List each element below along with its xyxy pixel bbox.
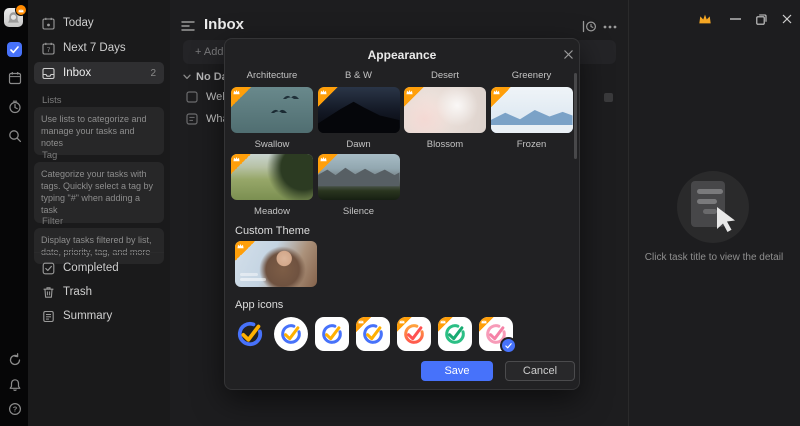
theme-label[interactable]: Silence (318, 206, 400, 217)
sidebar-item-label: Next 7 Days (63, 42, 126, 54)
selected-check-badge (500, 337, 517, 354)
sidebar-item-label: Inbox (63, 67, 91, 79)
pro-crown-badge (479, 317, 494, 332)
section-label-lists[interactable]: Lists (42, 95, 62, 106)
app-icon-classic-square[interactable] (315, 317, 349, 351)
pro-crown-badge (231, 87, 251, 107)
cancel-button[interactable]: Cancel (505, 361, 575, 381)
section-label-filter[interactable]: Filter (42, 216, 63, 227)
inbox-icon (42, 67, 55, 80)
titlebar-premium-crown-icon[interactable] (698, 12, 712, 26)
task-checkbox[interactable] (186, 91, 198, 103)
search-icon[interactable] (7, 128, 22, 143)
left-rail: ? (0, 0, 28, 426)
next7days-icon: 7 (42, 42, 55, 55)
more-options-icon[interactable] (603, 25, 617, 29)
nav-calendar-icon[interactable] (7, 70, 22, 85)
sidebar-item-summary[interactable]: Summary (34, 305, 164, 327)
sidebar-item-label: Trash (63, 286, 92, 298)
page-title: Inbox (204, 16, 244, 33)
sidebar-item-label: Today (63, 17, 94, 29)
premium-badge-icon (15, 4, 27, 16)
minimize-button[interactable] (728, 12, 742, 26)
sidebar-toggle-icon[interactable] (181, 20, 195, 32)
group-chevron-icon[interactable] (183, 74, 191, 80)
theme-thumbnail-meadow[interactable] (231, 154, 313, 200)
empty-state-illustration (677, 171, 749, 243)
sidebar-item-today[interactable]: Today (34, 12, 164, 34)
summary-icon (42, 310, 55, 323)
theme-thumbnail-custom[interactable] (235, 241, 317, 287)
app-icon-classic-circle[interactable] (274, 317, 308, 351)
theme-label[interactable]: Blossom (404, 139, 486, 150)
pro-crown-badge (318, 154, 338, 174)
pro-crown-badge (318, 87, 338, 107)
theme-label[interactable]: Desert (404, 70, 486, 81)
app-icon-sakura-pro-selected[interactable] (479, 317, 513, 351)
dialog-scrollbar[interactable] (574, 73, 577, 159)
app-icon-forest-pro[interactable] (438, 317, 472, 351)
sync-icon[interactable] (7, 352, 22, 367)
theme-thumbnail-silence[interactable] (318, 154, 400, 200)
inbox-count-badge: 2 (150, 68, 156, 79)
cursor-arrow-icon (717, 207, 735, 232)
section-label-tag[interactable]: Tag (42, 150, 57, 161)
theme-thumbnail-swallow[interactable] (231, 87, 313, 133)
maximize-button[interactable] (754, 12, 768, 26)
theme-label[interactable]: B & W (318, 70, 400, 81)
app-icons-heading: App icons (235, 299, 283, 311)
pro-crown-badge (438, 317, 453, 332)
pro-crown-badge (491, 87, 511, 107)
app-icon-classic-flat[interactable] (233, 317, 267, 351)
help-icon[interactable]: ? (7, 401, 22, 416)
sidebar-divider (34, 252, 164, 253)
custom-theme-heading: Custom Theme (235, 225, 310, 237)
theme-label[interactable]: Swallow (231, 139, 313, 150)
pro-crown-badge (397, 317, 412, 332)
sidebar-item-label: Completed (63, 262, 119, 274)
theme-label[interactable]: Greenery (491, 70, 573, 81)
theme-label[interactable]: Meadow (231, 206, 313, 217)
dialog-close-icon[interactable] (563, 49, 574, 60)
lists-tip: Use lists to categorize and manage your … (34, 107, 164, 155)
svg-text:?: ? (12, 404, 17, 413)
theme-label[interactable]: Dawn (318, 139, 400, 150)
theme-thumbnail-frozen[interactable] (491, 87, 573, 133)
group-options-icon[interactable] (604, 93, 613, 102)
appearance-dialog: Appearance Architecture B & W Desert Gre… (224, 38, 580, 390)
today-icon (42, 17, 55, 30)
note-icon[interactable] (186, 113, 198, 125)
pro-crown-badge (356, 317, 371, 332)
notifications-icon[interactable] (7, 377, 22, 392)
theme-thumbnail-dawn[interactable] (318, 87, 400, 133)
tag-tip: Categorize your tasks with tags. Quickly… (34, 162, 164, 223)
nav-tasks-icon[interactable] (7, 42, 22, 57)
app-icon-blue-pro[interactable] (356, 317, 390, 351)
trash-icon (42, 286, 55, 299)
sidebar-item-completed[interactable]: Completed (34, 257, 164, 279)
detail-empty-text: Click task title to view the detail (628, 252, 800, 263)
progress-clock-icon[interactable] (582, 20, 597, 33)
theme-label[interactable]: Architecture (231, 70, 313, 81)
app-icon-sunrise-pro[interactable] (397, 317, 431, 351)
sidebar: Today 7 Next 7 Days Inbox 2 Lists Use li… (28, 0, 170, 426)
svg-text:7: 7 (47, 47, 51, 54)
sidebar-item-inbox[interactable]: Inbox 2 (34, 62, 164, 84)
sidebar-item-trash[interactable]: Trash (34, 281, 164, 303)
theme-label[interactable]: Frozen (491, 139, 573, 150)
sidebar-item-label: Summary (63, 310, 112, 322)
nav-pomodoro-icon[interactable] (7, 99, 22, 114)
close-window-button[interactable] (780, 12, 794, 26)
save-button[interactable]: Save (421, 361, 493, 381)
pro-crown-badge (235, 241, 255, 261)
sidebar-item-next7days[interactable]: 7 Next 7 Days (34, 37, 164, 59)
pro-crown-badge (231, 154, 251, 174)
completed-icon (42, 262, 55, 275)
dialog-title: Appearance (225, 48, 579, 62)
avatar[interactable] (4, 8, 23, 27)
theme-thumbnail-blossom[interactable] (404, 87, 486, 133)
pro-crown-badge (404, 87, 424, 107)
